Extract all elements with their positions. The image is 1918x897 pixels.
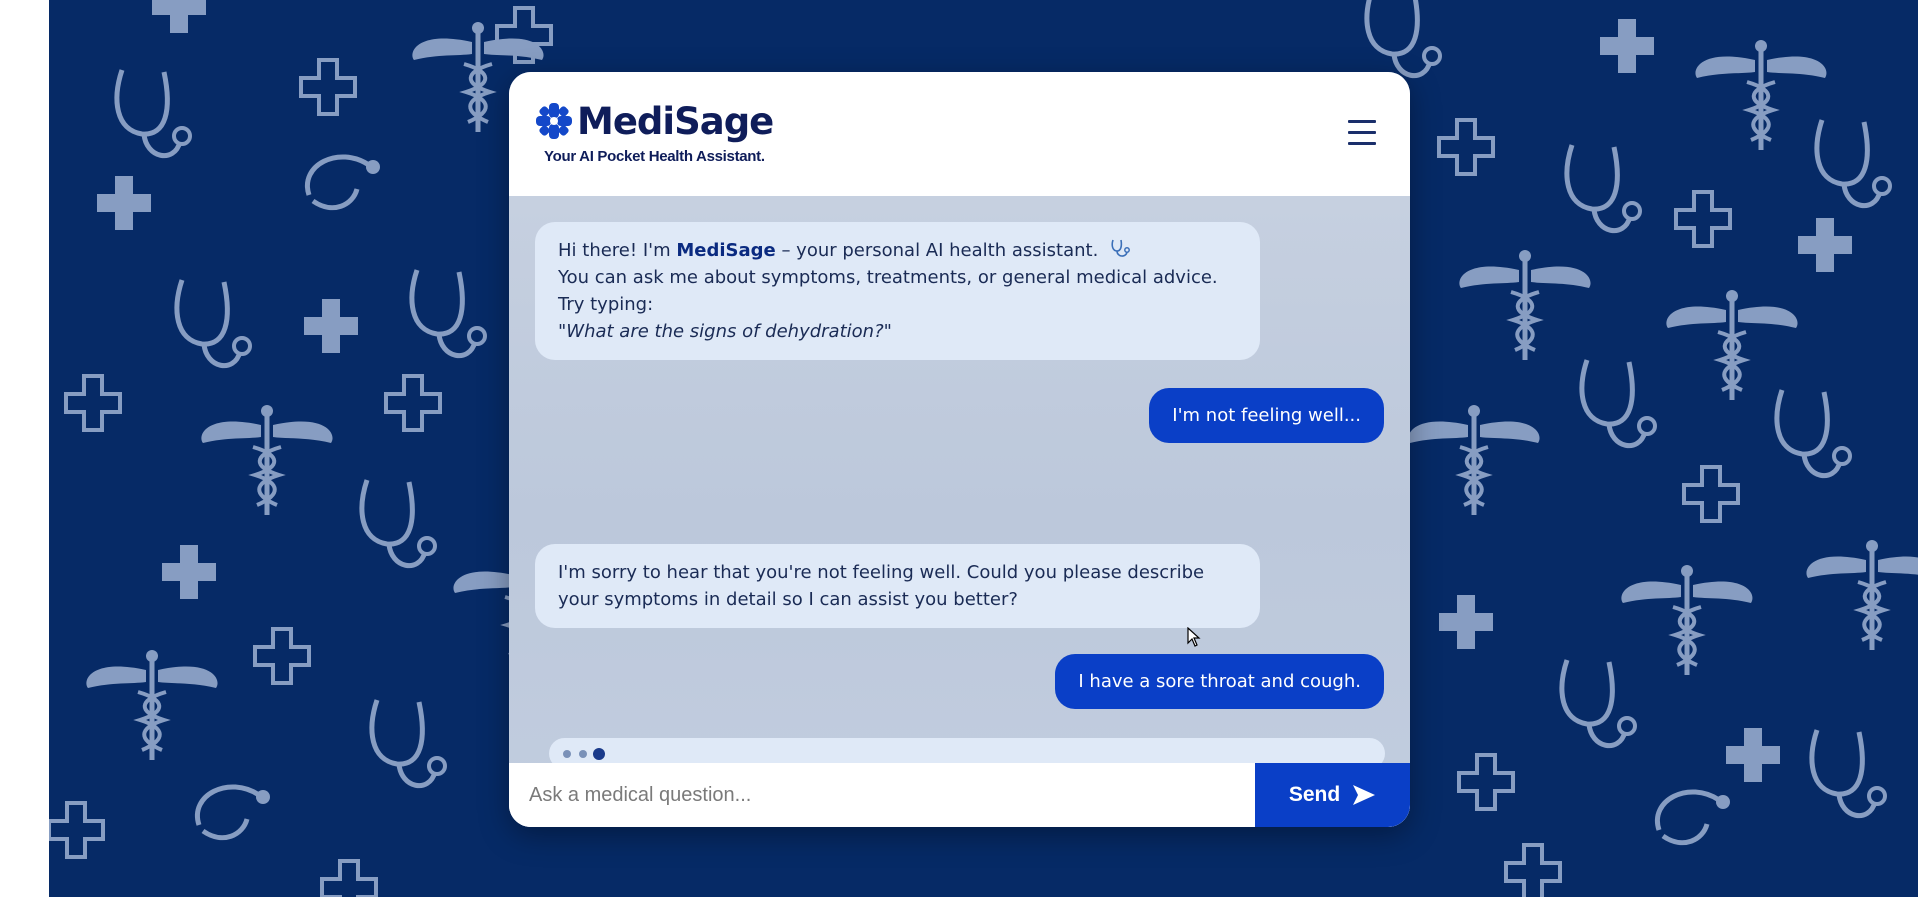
bot-message: I'm sorry to hear that you're not feelin… [535,544,1260,628]
bot-message: Hi there! I'm MediSage – your personal A… [535,222,1260,360]
medical-cross-logo-icon [536,103,572,139]
welcome-instructions: You can ask me about symptoms, treatment… [558,267,1218,315]
message-composer: Send [509,763,1410,827]
menu-icon[interactable] [1348,120,1376,148]
stethoscope-icon [1111,239,1130,257]
typing-dot [593,748,605,760]
mouse-cursor-icon [1187,627,1201,647]
send-button[interactable]: Send [1255,763,1410,827]
brand-name: MediSage [577,100,774,143]
welcome-example: "What are the signs of dehydration?" [558,321,892,342]
welcome-text-start: Hi there! I'm [558,240,677,261]
user-message: I'm not feeling well... [1149,388,1384,443]
welcome-brand: MediSage [676,240,776,261]
chat-messages: Hi there! I'm MediSage – your personal A… [509,196,1410,827]
typing-dot [579,750,587,758]
brand-tagline: Your AI Pocket Health Assistant. [544,148,765,165]
typing-dot [563,750,571,758]
chat-window: MediSage Your AI Pocket Health Assistant… [509,72,1410,827]
user-message: I have a sore throat and cough. [1055,654,1384,709]
message-input[interactable] [509,763,1255,827]
send-label: Send [1288,783,1341,806]
left-margin [0,0,49,897]
welcome-text-end: – your personal AI health assistant. [775,240,1099,261]
app-header: MediSage Your AI Pocket Health Assistant… [509,72,1410,196]
send-arrow-icon [1353,785,1376,805]
